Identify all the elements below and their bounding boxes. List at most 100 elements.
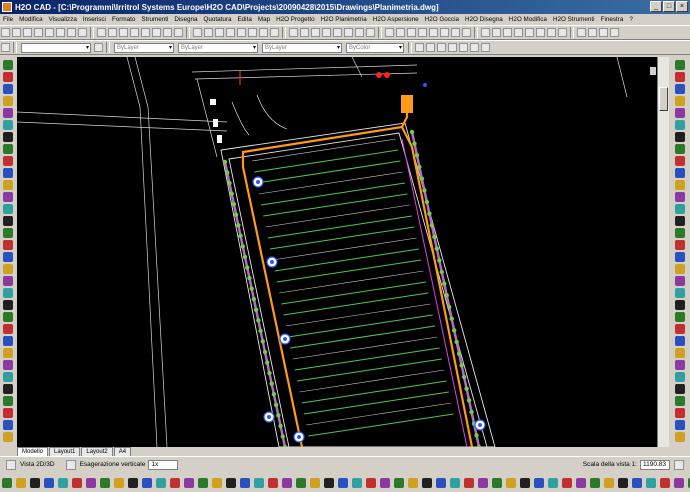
- bottom-tool-icon[interactable]: [58, 477, 68, 488]
- side-tool-icon[interactable]: [675, 336, 685, 346]
- menu-h2o-goccia[interactable]: H2O Goccia: [422, 16, 462, 23]
- side-tool-icon[interactable]: [3, 228, 13, 238]
- bottom-tool-icon[interactable]: [506, 477, 516, 488]
- side-tool-icon[interactable]: [675, 408, 685, 418]
- toolbar-tool-icon[interactable]: [45, 28, 54, 37]
- exaggeration-icon[interactable]: [65, 459, 76, 470]
- toolbar-tool-icon[interactable]: [503, 28, 512, 37]
- menu-h2o-progetto[interactable]: H2O Progetto: [273, 16, 318, 23]
- toolbar-tool-icon[interactable]: [12, 28, 21, 37]
- bottom-tool-icon[interactable]: [576, 477, 586, 488]
- toolbar-tool-icon[interactable]: [141, 28, 150, 37]
- side-tool-icon[interactable]: [675, 324, 685, 334]
- side-tool-icon[interactable]: [675, 96, 685, 106]
- bottom-tool-icon[interactable]: [380, 477, 390, 488]
- toolbar-tool-icon[interactable]: [193, 28, 202, 37]
- bottom-tool-icon[interactable]: [324, 477, 334, 488]
- tab-modello[interactable]: Modello: [17, 447, 49, 456]
- menu-h2o-modifica[interactable]: H2O Modifica: [506, 16, 550, 23]
- menu-strumenti[interactable]: Strumenti: [138, 16, 171, 23]
- toolbar-tool-icon[interactable]: [558, 28, 567, 37]
- side-tool-icon[interactable]: [3, 288, 13, 298]
- side-tool-icon[interactable]: [3, 300, 13, 310]
- toolbar-tool-icon[interactable]: [322, 28, 331, 37]
- scale-apply-icon[interactable]: [674, 459, 684, 470]
- bottom-tool-icon[interactable]: [450, 477, 460, 488]
- toolbar-tool-icon[interactable]: [407, 28, 416, 37]
- toolbar-tool-icon[interactable]: [547, 28, 556, 37]
- side-tool-icon[interactable]: [3, 372, 13, 382]
- menu-h2o-strumenti[interactable]: H2O Strumenti: [550, 16, 598, 23]
- side-tool-icon[interactable]: [675, 264, 685, 274]
- side-tool-icon[interactable]: [675, 204, 685, 214]
- side-tool-icon[interactable]: [3, 264, 13, 274]
- toolbar-tool-icon[interactable]: [333, 28, 342, 37]
- side-tool-icon[interactable]: [3, 240, 13, 250]
- side-tool-icon[interactable]: [675, 228, 685, 238]
- menu-visualizza[interactable]: Visualizza: [46, 16, 80, 23]
- toolbar-tool-icon[interactable]: [1, 28, 10, 37]
- menu-inserisci[interactable]: Inserisci: [80, 16, 109, 23]
- menu-h2o-planimetria[interactable]: H2O Planimetria: [318, 16, 370, 23]
- bottom-tool-icon[interactable]: [352, 477, 362, 488]
- toolbar-tool-icon[interactable]: [300, 28, 309, 37]
- side-tool-icon[interactable]: [675, 372, 685, 382]
- bottom-tool-icon[interactable]: [30, 477, 40, 488]
- bottom-tool-icon[interactable]: [408, 477, 418, 488]
- toolbar-tool-icon[interactable]: [204, 28, 213, 37]
- side-tool-icon[interactable]: [3, 180, 13, 190]
- side-tool-icon[interactable]: [3, 168, 13, 178]
- view-scale-field[interactable]: 1190.83: [640, 459, 670, 470]
- side-tool-icon[interactable]: [3, 420, 13, 430]
- menu-h2o-disegna[interactable]: H2O Disegna: [462, 16, 506, 23]
- osnap-icon[interactable]: [459, 43, 468, 52]
- side-tool-icon[interactable]: [3, 408, 13, 418]
- linetype-select[interactable]: ByLayer: [178, 42, 258, 53]
- tab-a4[interactable]: A4: [113, 447, 132, 456]
- toolbar-tool-icon[interactable]: [462, 28, 471, 37]
- bottom-tool-icon[interactable]: [44, 477, 54, 488]
- bottom-tool-icon[interactable]: [72, 477, 82, 488]
- menu-edita[interactable]: Edita: [234, 16, 254, 23]
- side-tool-icon[interactable]: [3, 96, 13, 106]
- toolbar-tool-icon[interactable]: [610, 28, 619, 37]
- bottom-tool-icon[interactable]: [618, 477, 628, 488]
- toolbar-tool-icon[interactable]: [270, 28, 279, 37]
- lineweight-select[interactable]: ByLayer: [262, 42, 342, 53]
- side-tool-icon[interactable]: [3, 360, 13, 370]
- polar-icon[interactable]: [448, 43, 457, 52]
- side-tool-icon[interactable]: [675, 384, 685, 394]
- side-tool-icon[interactable]: [675, 420, 685, 430]
- side-tool-icon[interactable]: [3, 60, 13, 70]
- side-tool-icon[interactable]: [675, 156, 685, 166]
- toolbar-tool-icon[interactable]: [215, 28, 224, 37]
- side-tool-icon[interactable]: [675, 240, 685, 250]
- bottom-tool-icon[interactable]: [142, 477, 152, 488]
- bottom-tool-icon[interactable]: [492, 477, 502, 488]
- bottom-tool-icon[interactable]: [478, 477, 488, 488]
- side-tool-icon[interactable]: [3, 72, 13, 82]
- side-tool-icon[interactable]: [675, 216, 685, 226]
- bottom-tool-icon[interactable]: [2, 477, 12, 488]
- toolbar-tool-icon[interactable]: [418, 28, 427, 37]
- side-tool-icon[interactable]: [675, 396, 685, 406]
- side-tool-icon[interactable]: [3, 336, 13, 346]
- side-tool-icon[interactable]: [3, 156, 13, 166]
- toolbar-tool-icon[interactable]: [78, 28, 87, 37]
- view-icon[interactable]: [6, 459, 16, 470]
- bottom-tool-icon[interactable]: [534, 477, 544, 488]
- lwt-icon[interactable]: [481, 43, 490, 52]
- side-tool-icon[interactable]: [675, 132, 685, 142]
- side-tool-icon[interactable]: [3, 348, 13, 358]
- side-tool-icon[interactable]: [3, 432, 13, 442]
- toolbar-tool-icon[interactable]: [259, 28, 268, 37]
- menu-h2o-aspersione[interactable]: H2O Aspersione: [370, 16, 422, 23]
- toolbar-tool-icon[interactable]: [311, 28, 320, 37]
- side-tool-icon[interactable]: [3, 384, 13, 394]
- side-tool-icon[interactable]: [675, 72, 685, 82]
- otrack-icon[interactable]: [470, 43, 479, 52]
- side-tool-icon[interactable]: [3, 120, 13, 130]
- toolbar-tool-icon[interactable]: [23, 28, 32, 37]
- side-tool-icon[interactable]: [675, 108, 685, 118]
- bottom-tool-icon[interactable]: [240, 477, 250, 488]
